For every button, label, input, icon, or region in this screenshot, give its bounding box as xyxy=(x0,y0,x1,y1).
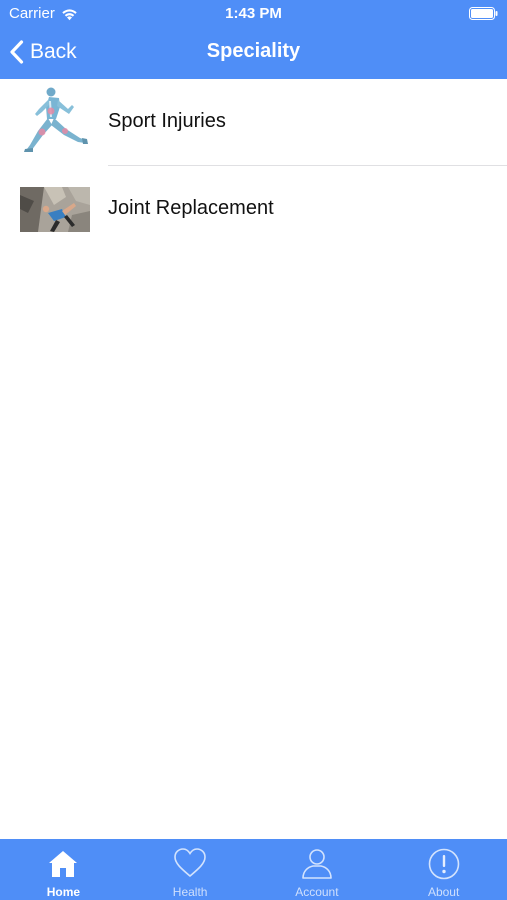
list-item-label: Sport Injuries xyxy=(108,109,226,132)
list-item-label: Joint Replacement xyxy=(108,196,274,219)
list-item-sport-injuries[interactable]: Sport Injuries xyxy=(0,79,507,166)
tab-health[interactable]: Health xyxy=(127,839,254,900)
status-time: 1:43 PM xyxy=(225,5,282,22)
speciality-list: Sport Injuries Joint Replacement xyxy=(0,79,507,253)
climber-photo-image xyxy=(20,187,90,232)
status-bar: Carrier 1:43 PM xyxy=(0,0,507,28)
page-title: Speciality xyxy=(206,40,301,62)
tab-label: Account xyxy=(295,885,339,899)
tab-label: Home xyxy=(46,885,81,899)
header: Carrier 1:43 PM Back Speciality xyxy=(0,0,507,79)
user-icon xyxy=(302,849,332,879)
list-item-joint-replacement[interactable]: Joint Replacement xyxy=(0,166,507,253)
tab-home[interactable]: Home xyxy=(0,839,127,900)
battery-icon xyxy=(469,7,498,20)
navigation-bar: Back Speciality xyxy=(0,28,507,79)
heart-icon xyxy=(174,848,206,878)
info-icon xyxy=(428,848,459,880)
runner-anatomy-image xyxy=(24,87,88,152)
tab-account[interactable]: Account xyxy=(254,839,381,900)
app-screen: Carrier 1:43 PM Back Speciality Sport In… xyxy=(0,0,507,900)
tab-bar: Home Health Account About xyxy=(0,839,507,900)
tab-label: About xyxy=(427,885,460,899)
tab-about[interactable]: About xyxy=(380,839,507,900)
home-icon xyxy=(49,851,78,877)
tab-label: Health xyxy=(172,885,208,899)
